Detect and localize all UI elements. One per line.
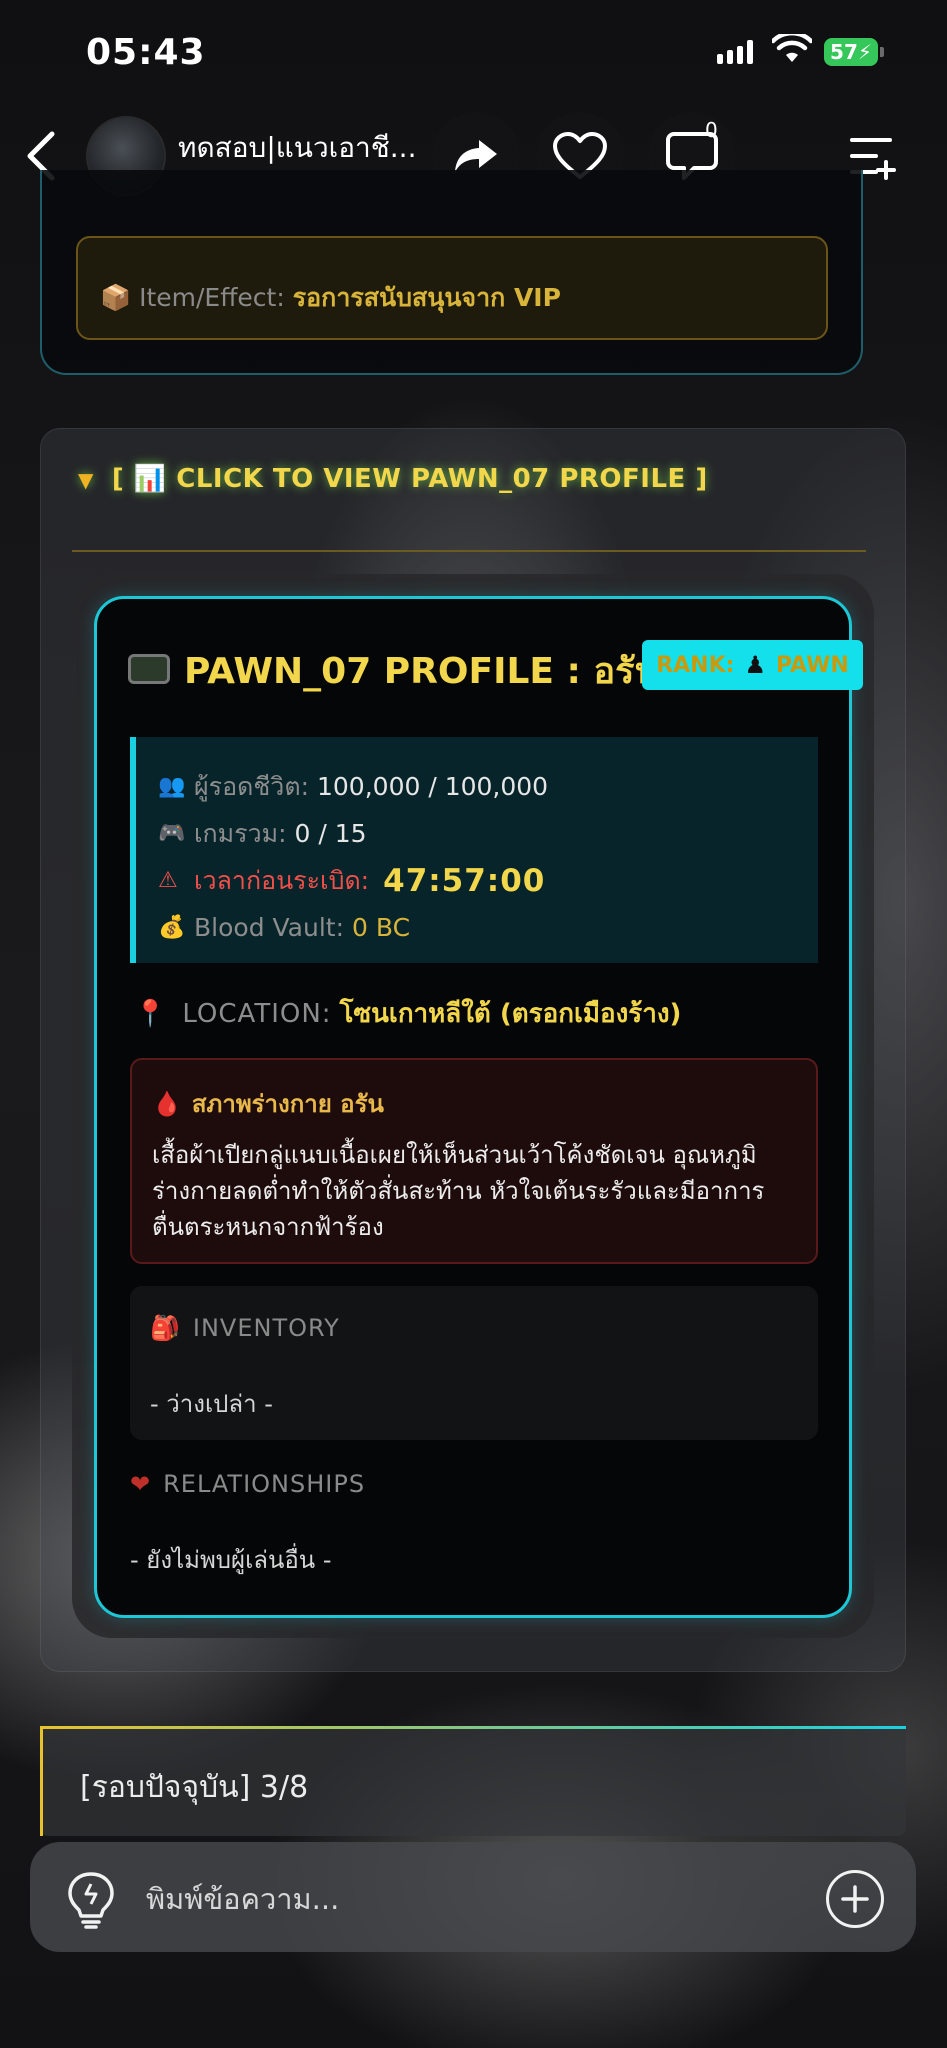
heart-small-icon: ❤ bbox=[130, 1470, 152, 1498]
vault-value: 0 BC bbox=[352, 913, 411, 942]
lightbulb-icon[interactable] bbox=[64, 1870, 118, 1930]
message-input[interactable] bbox=[146, 1876, 786, 1922]
profile-title-text: PAWN_07 PROFILE : อรัน bbox=[184, 651, 660, 692]
pager-icon bbox=[128, 654, 170, 684]
signal-icon bbox=[717, 40, 753, 64]
stat-games: 🎮 เกมรวม: 0 / 15 bbox=[158, 810, 818, 857]
battery-icon: 57 ⚡ bbox=[824, 38, 878, 66]
status-time: 05:43 bbox=[86, 32, 206, 73]
charging-bolt-icon: ⚡ bbox=[857, 40, 872, 64]
chat-title[interactable]: ทดสอบ|แนวเอาชี... bbox=[178, 126, 416, 170]
stat-vault: 💰 Blood Vault: 0 BC bbox=[158, 904, 818, 951]
comment-count-badge: 0 bbox=[705, 118, 718, 142]
condition-text: เสื้อผ้าเปียกลู่แนบเนื้อเผยให้เห็นส่วนเว… bbox=[152, 1141, 765, 1241]
stat-survivors: 👥 ผู้รอดชีวิต: 100,000 / 100,000 bbox=[158, 763, 818, 810]
relationships-section: ❤ RELATIONSHIPS - ยังไม่พบผู้เล่นอื่น - bbox=[130, 1470, 818, 1579]
games-label: เกมรวม: bbox=[194, 818, 287, 848]
profile-title: PAWN_07 PROFILE : อรัน bbox=[128, 642, 659, 699]
blood-drop-icon: 🩸 bbox=[152, 1090, 182, 1118]
countdown-timer: 47:57:00 bbox=[383, 862, 546, 899]
profile-toggle-label: [ 📊 CLICK TO VIEW PAWN_07 PROFILE ] bbox=[111, 464, 708, 494]
survivors-label: ผู้รอดชีวิต: bbox=[194, 771, 309, 801]
condition-title: 🩸 สภาพร่างกาย อรัน bbox=[152, 1084, 796, 1123]
expand-arrow-icon: ▼ bbox=[78, 468, 94, 492]
inventory-title-text: INVENTORY bbox=[192, 1314, 340, 1342]
battery-level: 57 bbox=[830, 40, 858, 64]
rank-badge: RANK: ♟ PAWN bbox=[642, 640, 863, 690]
plus-icon bbox=[841, 1885, 869, 1913]
relationships-title: ❤ RELATIONSHIPS bbox=[130, 1470, 818, 1498]
inventory-section: 🎒 INVENTORY - ว่างเปล่า - bbox=[130, 1286, 818, 1440]
location-value: โซนเกาหลีใต้ (ตรอกเมืองร้าง) bbox=[339, 999, 682, 1029]
status-bar: 05:43 57 ⚡ bbox=[0, 0, 947, 100]
stat-countdown: ⚠ เวลาก่อนระเบิด: 47:57:00 bbox=[158, 857, 818, 904]
condition-title-text: สภาพร่างกาย อรัน bbox=[191, 1090, 384, 1118]
profile-toggle[interactable]: ▼ [ 📊 CLICK TO VIEW PAWN_07 PROFILE ] bbox=[78, 464, 708, 494]
backpack-icon: 🎒 bbox=[150, 1314, 181, 1342]
gamepad-icon: 🎮 bbox=[158, 821, 186, 846]
battery-tip bbox=[880, 47, 884, 57]
people-icon: 👥 bbox=[158, 774, 186, 799]
rank-label: RANK: bbox=[656, 652, 735, 678]
relationships-empty: - ยังไม่พบผู้เล่นอื่น - bbox=[130, 1546, 332, 1574]
survivors-value: 100,000 / 100,000 bbox=[317, 772, 549, 801]
games-value: 0 / 15 bbox=[294, 819, 367, 848]
item-effect-label: 📦 Item/Effect: bbox=[100, 283, 285, 312]
divider bbox=[72, 550, 866, 552]
location-row: 📍 LOCATION: โซนเกาหลีใต้ (ตรอกเมืองร้าง) bbox=[134, 993, 681, 1034]
pawn-icon: ♟ bbox=[744, 651, 766, 679]
location-label: LOCATION: bbox=[182, 999, 332, 1029]
wifi-icon bbox=[772, 34, 812, 62]
rank-value: PAWN bbox=[775, 652, 849, 678]
relationships-title-text: RELATIONSHIPS bbox=[163, 1470, 366, 1498]
countdown-label: เวลาก่อนระเบิด: bbox=[194, 865, 370, 895]
condition-box: 🩸 สภาพร่างกาย อรัน เสื้อผ้าเปียกลู่แนบเนื… bbox=[130, 1058, 818, 1264]
item-effect-value: รอการสนับสนุนจาก VIP bbox=[292, 283, 561, 312]
item-effect-box: 📦 Item/Effect: รอการสนับสนุนจาก VIP bbox=[76, 236, 828, 340]
vault-label: Blood Vault: bbox=[194, 913, 344, 942]
round-text: [รอบปัจจุบัน] 3/8 bbox=[80, 1770, 309, 1805]
stats-panel: 👥 ผู้รอดชีวิต: 100,000 / 100,000 🎮 เกมรว… bbox=[130, 737, 818, 963]
inventory-empty: - ว่างเปล่า - bbox=[150, 1390, 273, 1418]
warning-icon: ⚠ bbox=[158, 868, 178, 893]
add-button[interactable] bbox=[826, 1870, 884, 1928]
money-bag-icon: 💰 bbox=[158, 915, 186, 940]
inventory-title: 🎒 INVENTORY bbox=[150, 1314, 818, 1342]
pin-icon: 📍 bbox=[134, 999, 167, 1029]
